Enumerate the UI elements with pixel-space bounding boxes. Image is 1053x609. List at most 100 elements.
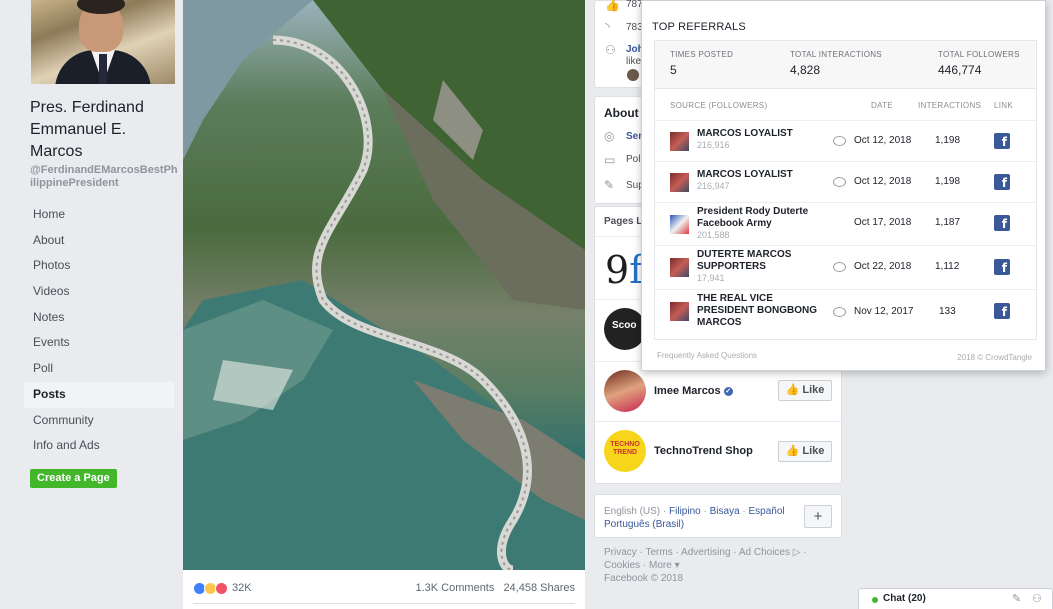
category-icon: ▭ xyxy=(604,153,616,167)
nav-item-notes[interactable]: Notes xyxy=(24,305,174,331)
post-stats: 1.3K Comments 24,458 Shares xyxy=(410,582,576,594)
people-icon: ⚇ xyxy=(605,43,616,57)
online-status-icon xyxy=(872,597,878,603)
reaction-summary[interactable]: 32K xyxy=(193,580,252,596)
page-handle[interactable]: @FerdinandEMarcosBestPhilippinePresident xyxy=(30,164,180,190)
source-name: THE REAL VICE PRESIDENT BONGBONG MARCOS xyxy=(697,293,818,328)
referral-interactions: 1,187 xyxy=(935,217,961,228)
left-nav: Pres. Ferdinand Emmanuel E. Marcos @Ferd… xyxy=(0,0,183,609)
col-header-source[interactable]: SOURCE (FOLLOWERS) xyxy=(670,101,767,110)
shares-count-link[interactable]: 24,458 Shares xyxy=(503,582,575,594)
nav-item-about[interactable]: About xyxy=(24,228,174,254)
nav-item-poll[interactable]: Poll xyxy=(24,356,174,382)
comment-bubble-icon xyxy=(833,262,846,272)
top-referrals-title: TOP REFERRALS xyxy=(652,21,746,33)
nav-item-info-and-ads[interactable]: Info and Ads xyxy=(24,433,174,459)
friend-likes-text: like xyxy=(626,56,642,67)
comment-bubble-icon xyxy=(833,136,846,146)
faq-link[interactable]: Frequently Asked Questions xyxy=(657,351,757,360)
col-header-interactions[interactable]: INTERACTIONS xyxy=(918,101,981,110)
nav-item-events[interactable]: Events xyxy=(24,330,174,356)
messenger-icon: ◎ xyxy=(604,129,615,143)
pages-liked-title: Pages Li xyxy=(604,216,646,227)
profile-picture[interactable] xyxy=(31,0,175,84)
nav-item-videos[interactable]: Videos xyxy=(24,279,174,305)
comments-count-link[interactable]: 1.3K Comments xyxy=(416,582,495,594)
page-nav-list: Home About Photos Videos Notes Events Po… xyxy=(24,202,174,459)
language-portugues[interactable]: Português (Brasil) xyxy=(604,519,684,530)
compose-message-icon[interactable]: ✎ xyxy=(1012,592,1021,605)
referral-date: Oct 12, 2018 xyxy=(854,135,912,146)
about-row-category[interactable]: Pol xyxy=(626,154,640,165)
crowdtangle-popup: TOP REFERRALS TIMES POSTED 5 TOTAL INTER… xyxy=(641,0,1046,371)
post-divider xyxy=(193,603,575,604)
source-followers: 201,588 xyxy=(697,230,730,240)
referral-row[interactable]: MARCOS LOYALIST 216,916 Oct 12, 2018 1,19… xyxy=(655,120,1036,162)
referral-row[interactable]: THE REAL VICE PRESIDENT BONGBONG MARCOS … xyxy=(655,289,1036,331)
page-row-technotrend[interactable]: TechnoTrend Shop xyxy=(654,445,753,457)
facebook-link-icon[interactable]: f xyxy=(994,259,1010,275)
facebook-link-icon[interactable]: f xyxy=(994,133,1010,149)
facebook-link-icon[interactable]: f xyxy=(994,215,1010,231)
nav-item-community[interactable]: Community xyxy=(24,408,174,434)
verified-badge-icon: ✓ xyxy=(723,386,733,396)
page-row-imee-marcos[interactable]: Imee Marcos ✓ xyxy=(654,385,733,397)
about-title: About xyxy=(604,106,639,120)
create-page-button[interactable]: Create a Page xyxy=(30,469,117,488)
post-photo[interactable] xyxy=(183,0,585,570)
thumbs-up-icon: 👍 xyxy=(605,0,620,12)
source-thumbnail xyxy=(670,258,689,277)
crowdtangle-copyright: 2018 © CrowdTangle xyxy=(957,353,1032,362)
referral-row[interactable]: MARCOS LOYALIST 216,947 Oct 12, 2018 1,19… xyxy=(655,161,1036,203)
referral-stats: TIMES POSTED 5 TOTAL INTERACTIONS 4,828 … xyxy=(655,41,1036,89)
language-espanol[interactable]: Español xyxy=(749,506,785,517)
footer-links[interactable]: Privacy · Terms · Advertising · Ad Choic… xyxy=(604,546,840,572)
referral-date: Oct 17, 2018 xyxy=(854,217,912,228)
source-thumbnail xyxy=(670,132,689,151)
nav-item-posts[interactable]: Posts xyxy=(24,381,174,408)
rss-icon: ◝ xyxy=(605,20,610,34)
referral-date: Nov 12, 2017 xyxy=(854,306,914,317)
source-thumbnail xyxy=(670,302,689,321)
referrals-panel: TIMES POSTED 5 TOTAL INTERACTIONS 4,828 … xyxy=(654,40,1037,340)
total-followers-value: 446,774 xyxy=(938,63,982,77)
referral-row[interactable]: DUTERTE MARCOS SUPPORTERS 17,941 Oct 22, … xyxy=(655,245,1036,287)
language-list: English (US) · Filipino · Bisaya · Españ… xyxy=(604,506,785,530)
like-page-button-imee[interactable]: 👍 Like xyxy=(778,380,832,401)
9gag-logo[interactable]: 9f xyxy=(605,245,643,295)
referral-interactions: 1,198 xyxy=(935,135,961,146)
source-name: MARCOS LOYALIST 216,916 xyxy=(697,128,822,151)
like-page-button-technotrend[interactable]: 👍 Like xyxy=(778,441,832,462)
imee-marcos-avatar[interactable] xyxy=(604,370,646,412)
add-language-button[interactable]: + xyxy=(804,505,832,528)
language-filipino[interactable]: Filipino xyxy=(669,506,701,517)
language-bisaya[interactable]: Bisaya xyxy=(710,506,740,517)
col-header-date[interactable]: DATE xyxy=(871,101,893,110)
facebook-link-icon[interactable]: f xyxy=(994,303,1010,319)
source-name: MARCOS LOYALIST 216,947 xyxy=(697,169,822,192)
chat-bar[interactable]: Chat (20) ✎ ⚇ xyxy=(858,588,1053,609)
facebook-link-icon[interactable]: f xyxy=(994,174,1010,190)
source-thumbnail xyxy=(670,215,689,234)
reaction-count: 32K xyxy=(232,582,252,594)
page-footer: Privacy · Terms · Advertising · Ad Choic… xyxy=(604,546,840,585)
comment-bubble-icon xyxy=(833,177,846,187)
pages-divider xyxy=(595,421,841,422)
source-thumbnail xyxy=(670,173,689,192)
love-reaction-icon xyxy=(215,581,228,595)
total-followers-label: TOTAL FOLLOWERS xyxy=(938,50,1020,59)
footer-copyright: Facebook © 2018 xyxy=(604,573,684,584)
source-name: DUTERTE MARCOS SUPPORTERS 17,941 xyxy=(697,249,822,284)
nav-item-photos[interactable]: Photos xyxy=(24,253,174,279)
youscoop-avatar[interactable]: Scoo xyxy=(604,308,646,350)
pencil-icon: ✎ xyxy=(604,178,615,192)
referral-row[interactable]: President Rody Duterte Facebook Army 201,… xyxy=(655,202,1036,244)
source-followers: 17,941 xyxy=(697,273,725,283)
page-title[interactable]: Pres. Ferdinand Emmanuel E. Marcos xyxy=(30,97,180,163)
nav-item-home[interactable]: Home xyxy=(24,202,174,228)
referral-interactions: 1,198 xyxy=(935,176,961,187)
friend-avatar[interactable] xyxy=(627,69,639,81)
referral-date: Oct 12, 2018 xyxy=(854,176,912,187)
group-chat-icon[interactable]: ⚇ xyxy=(1032,592,1042,605)
technotrend-avatar[interactable]: TECHNO TREND xyxy=(604,430,646,472)
